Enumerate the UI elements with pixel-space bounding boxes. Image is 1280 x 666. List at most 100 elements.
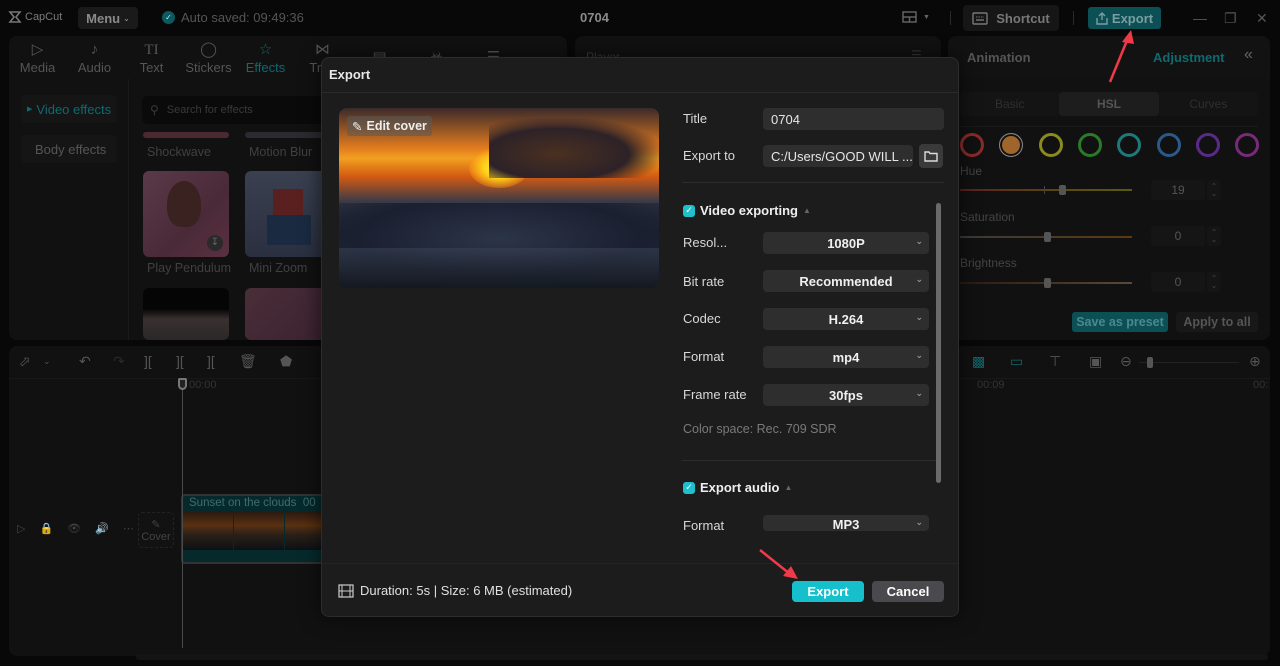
delete-icon[interactable]: 🗑	[239, 353, 257, 370]
tab-effects[interactable]: ☆ Effects	[237, 36, 294, 79]
split-right-icon[interactable]: ][	[207, 353, 215, 369]
apply-to-all-button[interactable]: Apply to all	[1176, 312, 1258, 332]
effect-thumb-shockwave[interactable]	[143, 132, 229, 138]
save-as-preset-button[interactable]: Save as preset	[1072, 312, 1168, 332]
format-select[interactable]: mp4 ⌄	[763, 346, 929, 368]
effect-thumb-motion-blur[interactable]	[245, 132, 329, 138]
resolution-select[interactable]: 1080P ⌄	[763, 232, 929, 254]
saturation-slider-knob[interactable]	[1044, 232, 1051, 242]
title-input[interactable]: 0704	[763, 108, 944, 130]
segment-hsl[interactable]: HSL	[1059, 92, 1159, 116]
hue-slider-knob[interactable]	[1059, 185, 1066, 195]
effect-thumb-mini-zoom[interactable]	[245, 171, 329, 257]
zoom-out-icon[interactable]: ⊖	[1120, 353, 1132, 370]
split-icon[interactable]: ][	[144, 353, 152, 369]
cancel-button[interactable]: Cancel	[872, 581, 944, 602]
collapse-icon[interactable]: «	[1244, 46, 1253, 64]
browse-folder-button[interactable]	[919, 144, 943, 168]
swatch-magenta[interactable]	[1235, 133, 1260, 157]
close-icon[interactable]: ✕	[1256, 10, 1268, 27]
tab-text[interactable]: TI Text	[123, 36, 180, 79]
saturation-value-input[interactable]: 0	[1151, 226, 1205, 246]
codec-select[interactable]: H.264 ⌄	[763, 308, 929, 330]
swatch-cyan[interactable]	[1117, 133, 1142, 157]
swatch-purple[interactable]	[1195, 133, 1220, 157]
select-tool-icon[interactable]: ⬀	[19, 353, 31, 370]
redo-icon[interactable]: ↷	[113, 353, 125, 370]
audio-format-select[interactable]: MP3 ⌄	[763, 515, 929, 531]
restore-icon[interactable]: ❐	[1224, 10, 1237, 27]
menu-button[interactable]: Menu ⌄	[78, 7, 138, 29]
timeline-scrollbar[interactable]	[136, 654, 1268, 660]
effects-search-input[interactable]: ⚲ Search for effects	[142, 96, 332, 124]
video-clip[interactable]: Sunset on the clouds 00	[181, 494, 341, 564]
playhead-handle[interactable]	[178, 378, 187, 390]
edit-cover-button[interactable]: ✎ Edit cover	[347, 116, 432, 136]
cover-button[interactable]: ✎ Cover	[138, 512, 174, 548]
marker-icon[interactable]: ⬟	[280, 353, 292, 370]
more-icon[interactable]: ⋯	[123, 522, 134, 535]
export-button[interactable]: Export	[792, 581, 864, 602]
swatch-yellow[interactable]	[1038, 133, 1063, 157]
bitrate-select[interactable]: Recommended ⌄	[763, 270, 929, 292]
link-icon[interactable]: ▭	[1010, 353, 1023, 370]
video-exporting-section[interactable]: ✓ Video exporting ▲	[683, 203, 811, 218]
chevron-down-icon: ⌄	[915, 517, 923, 527]
playhead[interactable]	[182, 380, 183, 648]
split-left-icon[interactable]: ][	[176, 353, 184, 369]
minimize-icon[interactable]: —	[1193, 10, 1207, 26]
zoom-slider-knob[interactable]	[1147, 357, 1153, 368]
brightness-value-input[interactable]: 0	[1151, 272, 1205, 292]
edit-cover-label: Edit cover	[366, 119, 427, 133]
brightness-slider[interactable]	[960, 278, 1132, 288]
export-path-input[interactable]: C:/Users/GOOD WILL ...	[763, 145, 913, 167]
sidebar-item-body-effects[interactable]: Body effects	[21, 135, 117, 163]
video-exporting-checkbox[interactable]: ✓	[683, 204, 695, 217]
effect-thumb[interactable]	[245, 288, 329, 340]
framerate-select[interactable]: 30fps ⌄	[763, 384, 929, 406]
effect-thumb-play-pendulum[interactable]: ↧	[143, 171, 229, 257]
chevron-down-icon[interactable]: ⌄	[43, 356, 51, 367]
magnet-icon[interactable]: ▩	[972, 353, 985, 370]
swatch-red[interactable]	[960, 133, 984, 157]
effect-thumb[interactable]	[143, 288, 229, 340]
saturation-slider[interactable]	[960, 232, 1132, 242]
download-icon[interactable]: ↧	[207, 235, 223, 251]
tab-media[interactable]: ▷ Media	[9, 36, 66, 79]
divider	[682, 182, 944, 183]
lock-icon[interactable]: 🔒	[39, 522, 53, 535]
chevron-down-icon: ⌄	[915, 236, 923, 246]
zoom-in-icon[interactable]: ⊕	[1249, 353, 1261, 370]
zoom-slider[interactable]	[1139, 357, 1239, 368]
swatch-green[interactable]	[1077, 133, 1102, 157]
swatch-orange[interactable]	[999, 133, 1024, 157]
brightness-slider-knob[interactable]	[1044, 278, 1051, 288]
segment-curves[interactable]: Curves	[1159, 92, 1258, 116]
tab-stickers[interactable]: ◯ Stickers	[180, 36, 237, 79]
speaker-icon[interactable]: 🔊	[95, 522, 109, 535]
layout-switch[interactable]: ▼	[902, 11, 930, 23]
hue-slider[interactable]	[960, 185, 1132, 195]
saturation-stepper[interactable]: ⌃ ⌄	[1207, 226, 1221, 246]
export-top-button[interactable]: Export	[1088, 7, 1161, 29]
tab-adjustment[interactable]: Adjustment	[1153, 50, 1225, 65]
hue-value-input[interactable]: 19	[1151, 180, 1205, 200]
export-audio-section[interactable]: ✓ Export audio ▲	[683, 480, 792, 495]
preview-axis-icon[interactable]: ▣	[1089, 353, 1102, 370]
settings-scrollbar[interactable]	[936, 203, 941, 483]
export-audio-checkbox[interactable]: ✓	[683, 481, 695, 494]
swatch-blue[interactable]	[1156, 133, 1181, 157]
eye-icon[interactable]: 👁	[67, 522, 81, 535]
dialog-title: Export	[329, 67, 371, 82]
split-preview-icon[interactable]: ⊤	[1049, 353, 1061, 370]
tab-audio[interactable]: ♪ Audio	[66, 36, 123, 79]
framerate-value: 30fps	[829, 387, 863, 403]
tab-animation[interactable]: Animation	[967, 50, 1031, 65]
shortcut-button[interactable]: Shortcut	[963, 5, 1059, 31]
segment-basic[interactable]: Basic	[960, 92, 1059, 116]
hue-stepper[interactable]: ⌃ ⌄	[1207, 180, 1221, 200]
sidebar-item-video-effects[interactable]: ▶ Video effects	[21, 95, 117, 123]
undo-icon[interactable]: ↶	[79, 353, 91, 370]
track-video-icon[interactable]: ▷	[17, 522, 25, 535]
brightness-stepper[interactable]: ⌃ ⌄	[1207, 272, 1221, 292]
